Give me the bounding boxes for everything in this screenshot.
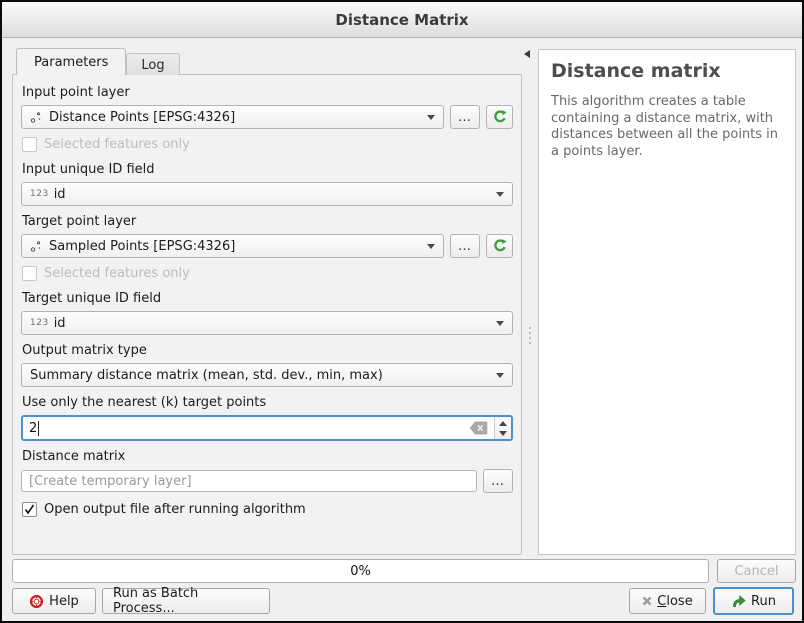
target-layer-iterate-button[interactable] <box>486 234 513 258</box>
close-mnemonic: C <box>657 594 666 609</box>
output-browse-button[interactable]: … <box>483 469 513 493</box>
iterate-refresh-icon <box>492 238 508 254</box>
tab-log[interactable]: Log <box>126 53 179 75</box>
help-label: Help <box>49 594 79 609</box>
target-unique-id-label: Target unique ID field <box>22 291 513 306</box>
selected-features-checkbox-2 <box>22 266 37 281</box>
target-point-layer-label: Target point layer <box>22 214 513 229</box>
input-point-layer-label: Input point layer <box>22 85 513 100</box>
run-as-batch-label: Run as Batch Process... <box>113 586 259 616</box>
target-unique-id-combobox[interactable]: 123 id <box>21 311 513 335</box>
nearest-k-label: Use only the nearest (k) target points <box>22 395 513 410</box>
spin-down-icon[interactable] <box>499 431 507 436</box>
ellipsis-label: … <box>491 474 505 489</box>
close-button[interactable]: Close <box>629 588 706 614</box>
distance-matrix-output-input[interactable]: [Create temporary layer] <box>21 470 477 492</box>
text-caret <box>38 421 39 436</box>
output-matrix-type-label: Output matrix type <box>22 343 513 358</box>
numeric-field-icon: 123 <box>30 318 49 328</box>
nearest-k-spinbox[interactable]: 2 <box>21 415 513 441</box>
splitter-handle[interactable] <box>529 327 531 344</box>
run-label: Run <box>751 594 776 609</box>
target-point-layer-value: Sampled Points [EPSG:4326] <box>49 239 235 254</box>
point-layer-icon <box>30 240 42 253</box>
input-point-layer-combobox[interactable]: Distance Points [EPSG:4326] <box>21 105 444 129</box>
run-button[interactable]: Run <box>713 587 794 615</box>
help-icon <box>29 594 44 609</box>
window-title: Distance Matrix <box>335 11 468 29</box>
checkmark-icon <box>24 504 35 515</box>
output-matrix-type-value: Summary distance matrix (mean, std. dev.… <box>30 368 383 383</box>
progress-value: 0% <box>350 564 371 579</box>
close-x-icon <box>642 596 652 606</box>
output-matrix-type-combobox[interactable]: Summary distance matrix (mean, std. dev.… <box>21 363 513 387</box>
dropdown-arrow-icon <box>427 244 435 249</box>
numeric-field-icon: 123 <box>30 189 49 199</box>
cancel-button: Cancel <box>717 559 796 583</box>
target-point-layer-combobox[interactable]: Sampled Points [EPSG:4326] <box>21 234 444 258</box>
distance-matrix-output-label: Distance matrix <box>22 449 513 464</box>
input-layer-browse-button[interactable]: … <box>450 105 480 129</box>
spin-up-icon[interactable] <box>499 421 507 426</box>
tab-parameters[interactable]: Parameters <box>16 48 126 75</box>
point-layer-icon <box>30 111 42 124</box>
collapse-panel-arrow-icon[interactable] <box>524 50 530 58</box>
target-layer-browse-button[interactable]: … <box>450 234 480 258</box>
input-point-layer-value: Distance Points [EPSG:4326] <box>49 110 235 125</box>
run-as-batch-button[interactable]: Run as Batch Process... <box>102 588 270 614</box>
open-output-checkbox[interactable] <box>22 502 37 517</box>
dropdown-arrow-icon <box>427 115 435 120</box>
open-output-label: Open output file after running algorithm <box>44 502 306 517</box>
nearest-k-value: 2 <box>29 421 37 436</box>
target-unique-id-value: id <box>54 316 66 331</box>
cancel-label: Cancel <box>734 564 778 579</box>
parameters-panel: Input point layer Distance Points [EPSG:… <box>12 74 522 555</box>
input-unique-id-value: id <box>54 187 66 202</box>
ellipsis-label: … <box>458 110 472 125</box>
dropdown-arrow-icon <box>496 321 504 326</box>
tab-log-label: Log <box>141 58 164 73</box>
selected-features-checkbox-1 <box>22 137 37 152</box>
title-bar[interactable]: Distance Matrix <box>2 2 802 38</box>
clear-text-icon[interactable] <box>469 421 488 435</box>
selected-features-label-1: Selected features only <box>44 137 190 152</box>
tab-parameters-label: Parameters <box>34 55 108 70</box>
iterate-refresh-icon <box>492 109 508 125</box>
input-unique-id-label: Input unique ID field <box>22 162 513 177</box>
dropdown-arrow-icon <box>496 192 504 197</box>
close-rest: lose <box>666 594 692 609</box>
run-arrow-icon <box>731 594 746 608</box>
distance-matrix-output-placeholder: [Create temporary layer] <box>29 474 192 489</box>
help-button[interactable]: Help <box>12 588 96 614</box>
tab-bar: Parameters Log <box>16 48 180 75</box>
selected-features-label-2: Selected features only <box>44 266 190 281</box>
dropdown-arrow-icon <box>496 373 504 378</box>
close-label: Close <box>657 594 692 609</box>
help-panel-description: This algorithm creates a table containin… <box>551 94 783 161</box>
spinner-buttons <box>494 417 511 439</box>
progress-bar: 0% <box>12 559 709 583</box>
distance-matrix-dialog: Distance Matrix Parameters Log Input poi… <box>0 0 804 623</box>
input-unique-id-combobox[interactable]: 123 id <box>21 182 513 206</box>
help-panel: Distance matrix This algorithm creates a… <box>538 49 796 555</box>
ellipsis-label: … <box>458 239 472 254</box>
input-layer-iterate-button[interactable] <box>486 105 513 129</box>
help-panel-title: Distance matrix <box>551 60 783 82</box>
